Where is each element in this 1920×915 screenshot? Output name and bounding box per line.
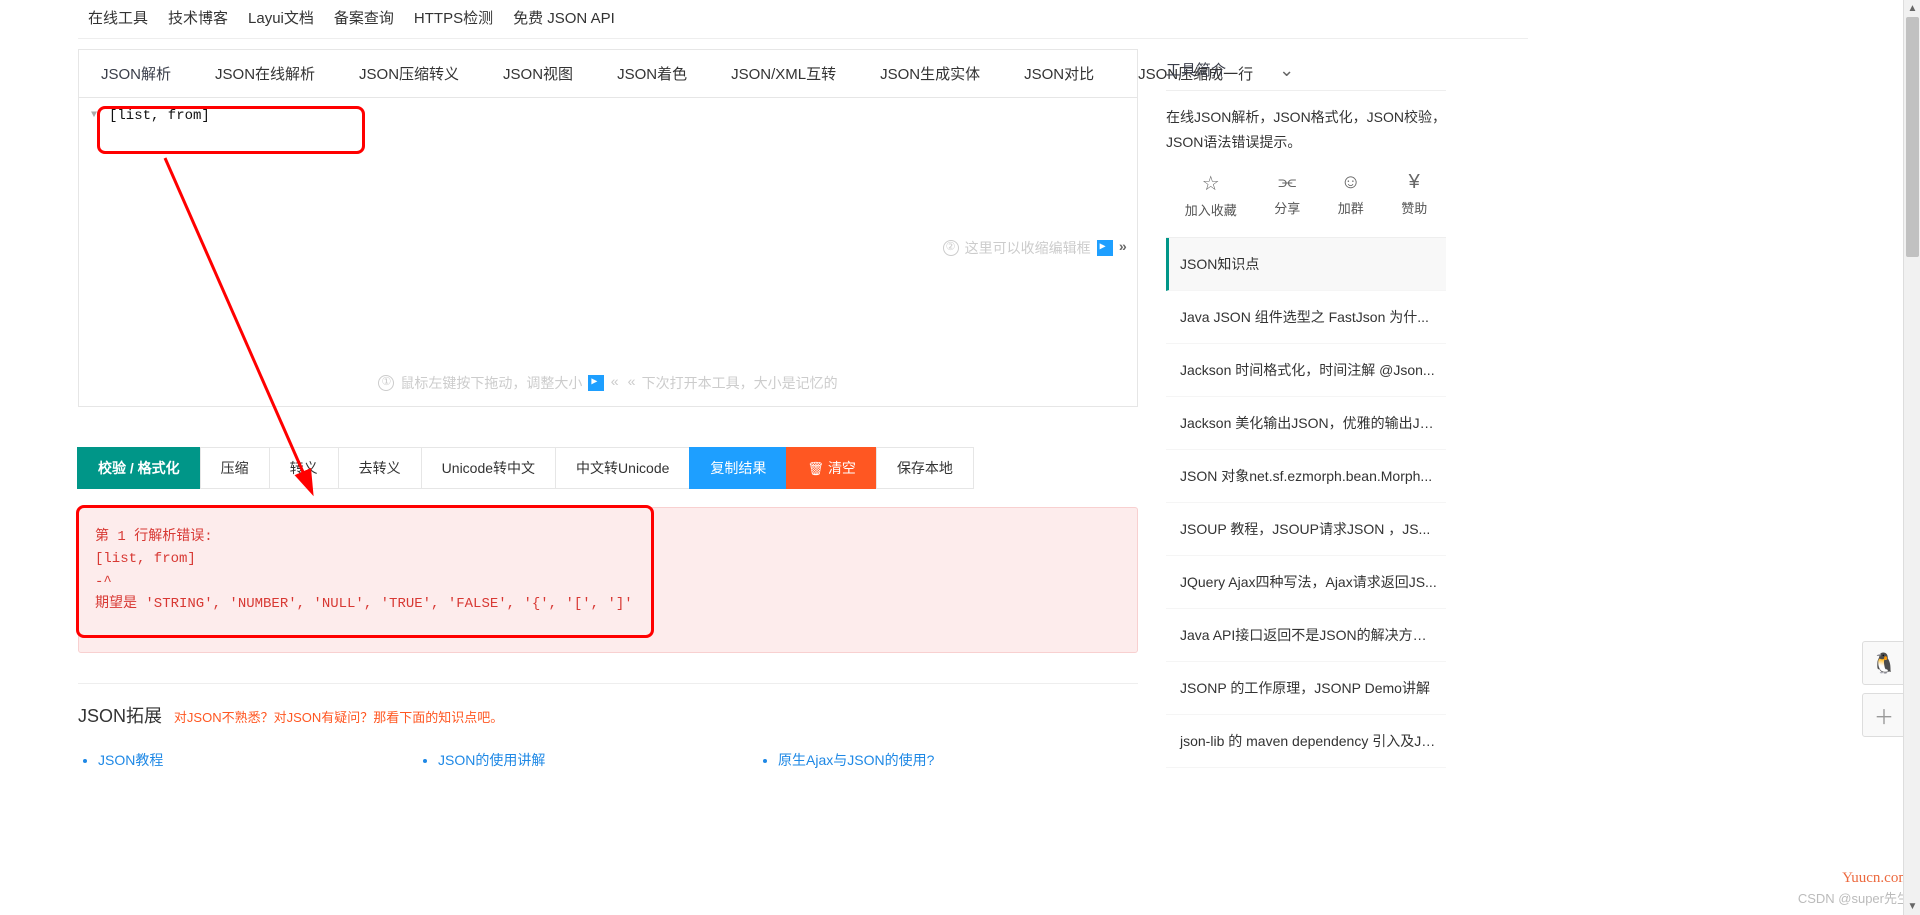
tab-json-online-parse[interactable]: JSON在线解析 <box>193 50 337 97</box>
collapse-toggle-icon[interactable] <box>1097 240 1113 256</box>
save-local-button[interactable]: 保存本地 <box>876 447 974 489</box>
scroll-up-icon[interactable]: ▲ <box>1904 0 1920 17</box>
topnav-item[interactable]: 备案查询 <box>334 7 394 28</box>
sidebar: 工具简介 在线JSON解析，JSON格式化，JSON校验，JSON语法错误提示。… <box>1166 49 1446 768</box>
float-qq-button[interactable]: 🐧 <box>1862 641 1906 685</box>
unicode-to-cn-button[interactable]: Unicode转中文 <box>421 447 556 489</box>
hint-resize-right: 下次打开本工具，大小是记忆的 <box>642 373 838 393</box>
sidebar-item[interactable]: Jackson 时间格式化，时间注解 @Json... <box>1166 344 1446 397</box>
clear-button[interactable]: 🗑清空 <box>786 447 877 489</box>
sidebar-item[interactable]: JSON知识点 <box>1166 238 1446 291</box>
penguin-icon: 🐧 <box>1872 651 1897 676</box>
share-icon: ⫘ <box>1274 171 1300 194</box>
topnav-item[interactable]: 免费 JSON API <box>513 7 615 28</box>
hint-collapse-text: 这里可以收缩编辑框 <box>965 238 1091 258</box>
scrollbar-thumb[interactable] <box>1906 17 1919 257</box>
sidebar-intro-desc: 在线JSON解析，JSON格式化，JSON校验，JSON语法错误提示。 <box>1166 91 1446 163</box>
top-nav: 在线工具 技术博客 Layui文档 备案查询 HTTPS检测 免费 JSON A… <box>78 0 1528 39</box>
qq-icon: ☺ <box>1338 171 1364 194</box>
topnav-item[interactable]: 在线工具 <box>88 7 148 28</box>
sidebar-share[interactable]: ⫘分享 <box>1274 171 1300 219</box>
compress-button[interactable]: 压缩 <box>200 447 270 489</box>
json-editor[interactable]: ▼ [list, from] ② 这里可以收缩编辑框 » ① 鼠标左键按下拖动，… <box>78 97 1138 407</box>
float-buttons: 🐧 ＋ <box>1862 641 1906 745</box>
yen-icon: ¥ <box>1401 171 1427 194</box>
ext-link-tutorial[interactable]: JSON教程 <box>98 752 163 768</box>
ext-link-ajax[interactable]: 原生Ajax与JSON的使用? <box>778 752 934 768</box>
star-icon: ☆ <box>1185 171 1237 196</box>
sidebar-intro-title: 工具简介 <box>1166 49 1446 91</box>
extension-subtitle: 对JSON不熟悉？对JSON有疑问？那看下面的知识点吧。 <box>174 710 503 725</box>
annotation-box-error <box>76 505 654 638</box>
escape-button[interactable]: 转义 <box>269 447 339 489</box>
extension-section: JSON拓展 对JSON不熟悉？对JSON有疑问？那看下面的知识点吧。 JSON… <box>78 683 1138 770</box>
plus-icon: ＋ <box>1874 701 1894 730</box>
hint-num-2: ② <box>943 240 959 256</box>
cn-to-unicode-button[interactable]: 中文转Unicode <box>555 447 690 489</box>
hint-resize-left: 鼠标左键按下拖动，调整大小 <box>400 373 582 393</box>
sidebar-group[interactable]: ☺加群 <box>1338 171 1364 219</box>
sidebar-item[interactable]: JQuery Ajax四种写法，Ajax请求返回JS... <box>1166 556 1446 609</box>
copy-result-button[interactable]: 复制结果 <box>689 447 787 489</box>
sidebar-item[interactable]: Java JSON 组件选型之 FastJson 为什... <box>1166 291 1446 344</box>
topnav-item[interactable]: 技术博客 <box>168 7 228 28</box>
tab-json-compress-escape[interactable]: JSON压缩转义 <box>337 50 481 97</box>
fold-icon[interactable]: ▼ <box>91 110 97 121</box>
unescape-button[interactable]: 去转义 <box>338 447 422 489</box>
tool-tabs: JSON解析 JSON在线解析 JSON压缩转义 JSON视图 JSON着色 J… <box>78 49 1138 97</box>
error-output: 第 1 行解析错误: [list, from] -^ 期望是 'STRING',… <box>78 507 1138 653</box>
scroll-down-icon[interactable]: ▼ <box>1904 898 1920 915</box>
tab-json-entity[interactable]: JSON生成实体 <box>858 50 1002 97</box>
float-plus-button[interactable]: ＋ <box>1862 693 1906 737</box>
watermark-site: Yuucn.com <box>1842 870 1910 887</box>
sidebar-item[interactable]: JSON 对象net.sf.ezmorph.bean.Morph... <box>1166 450 1446 503</box>
tab-json-view[interactable]: JSON视图 <box>481 50 595 97</box>
tab-json-color[interactable]: JSON着色 <box>595 50 709 97</box>
tab-json-xml[interactable]: JSON/XML互转 <box>709 50 858 97</box>
sidebar-item[interactable]: JSOUP 教程，JSOUP请求JSON ，JS... <box>1166 503 1446 556</box>
topnav-item[interactable]: Layui文档 <box>248 7 314 28</box>
hint-num-1: ① <box>378 375 394 391</box>
editor-line: [list, from] <box>109 108 210 124</box>
sidebar-item[interactable]: JSONP 的工作原理，JSONP Demo讲解 <box>1166 662 1446 715</box>
sidebar-item[interactable]: Jackson 美化输出JSON，优雅的输出JS... <box>1166 397 1446 450</box>
sidebar-fav[interactable]: ☆加入收藏 <box>1185 171 1237 219</box>
sidebar-knowledge-list: JSON知识点 Java JSON 组件选型之 FastJson 为什... J… <box>1166 238 1446 768</box>
tab-json-parse[interactable]: JSON解析 <box>79 50 193 97</box>
sidebar-donate[interactable]: ¥赞助 <box>1401 171 1427 219</box>
expand-arrow-icon[interactable]: » <box>1119 240 1127 256</box>
sidebar-item[interactable]: Java API接口返回不是JSON的解决方案... <box>1166 609 1446 662</box>
action-toolbar: 校验 / 格式化 压缩 转义 去转义 Unicode转中文 中文转Unicode… <box>78 447 1138 489</box>
trash-icon: 🗑 <box>807 461 824 476</box>
browser-scrollbar[interactable]: ▲ ▼ <box>1903 0 1920 915</box>
validate-format-button[interactable]: 校验 / 格式化 <box>77 447 201 489</box>
ext-link-usage[interactable]: JSON的使用讲解 <box>438 752 545 768</box>
error-text: 第 1 行解析错误: [list, from] -^ 期望是 'STRING',… <box>95 529 633 612</box>
sidebar-item[interactable]: json-lib 的 maven dependency 引入及Ja... <box>1166 715 1446 768</box>
extension-title: JSON拓展 <box>78 702 162 728</box>
watermark-csdn: CSDN @super先生 <box>1798 888 1910 907</box>
resize-handle-icon[interactable] <box>588 375 604 391</box>
topnav-item[interactable]: HTTPS检测 <box>414 7 493 28</box>
tab-json-diff[interactable]: JSON对比 <box>1002 50 1116 97</box>
hint-collapse: ② 这里可以收缩编辑框 » <box>943 238 1127 258</box>
